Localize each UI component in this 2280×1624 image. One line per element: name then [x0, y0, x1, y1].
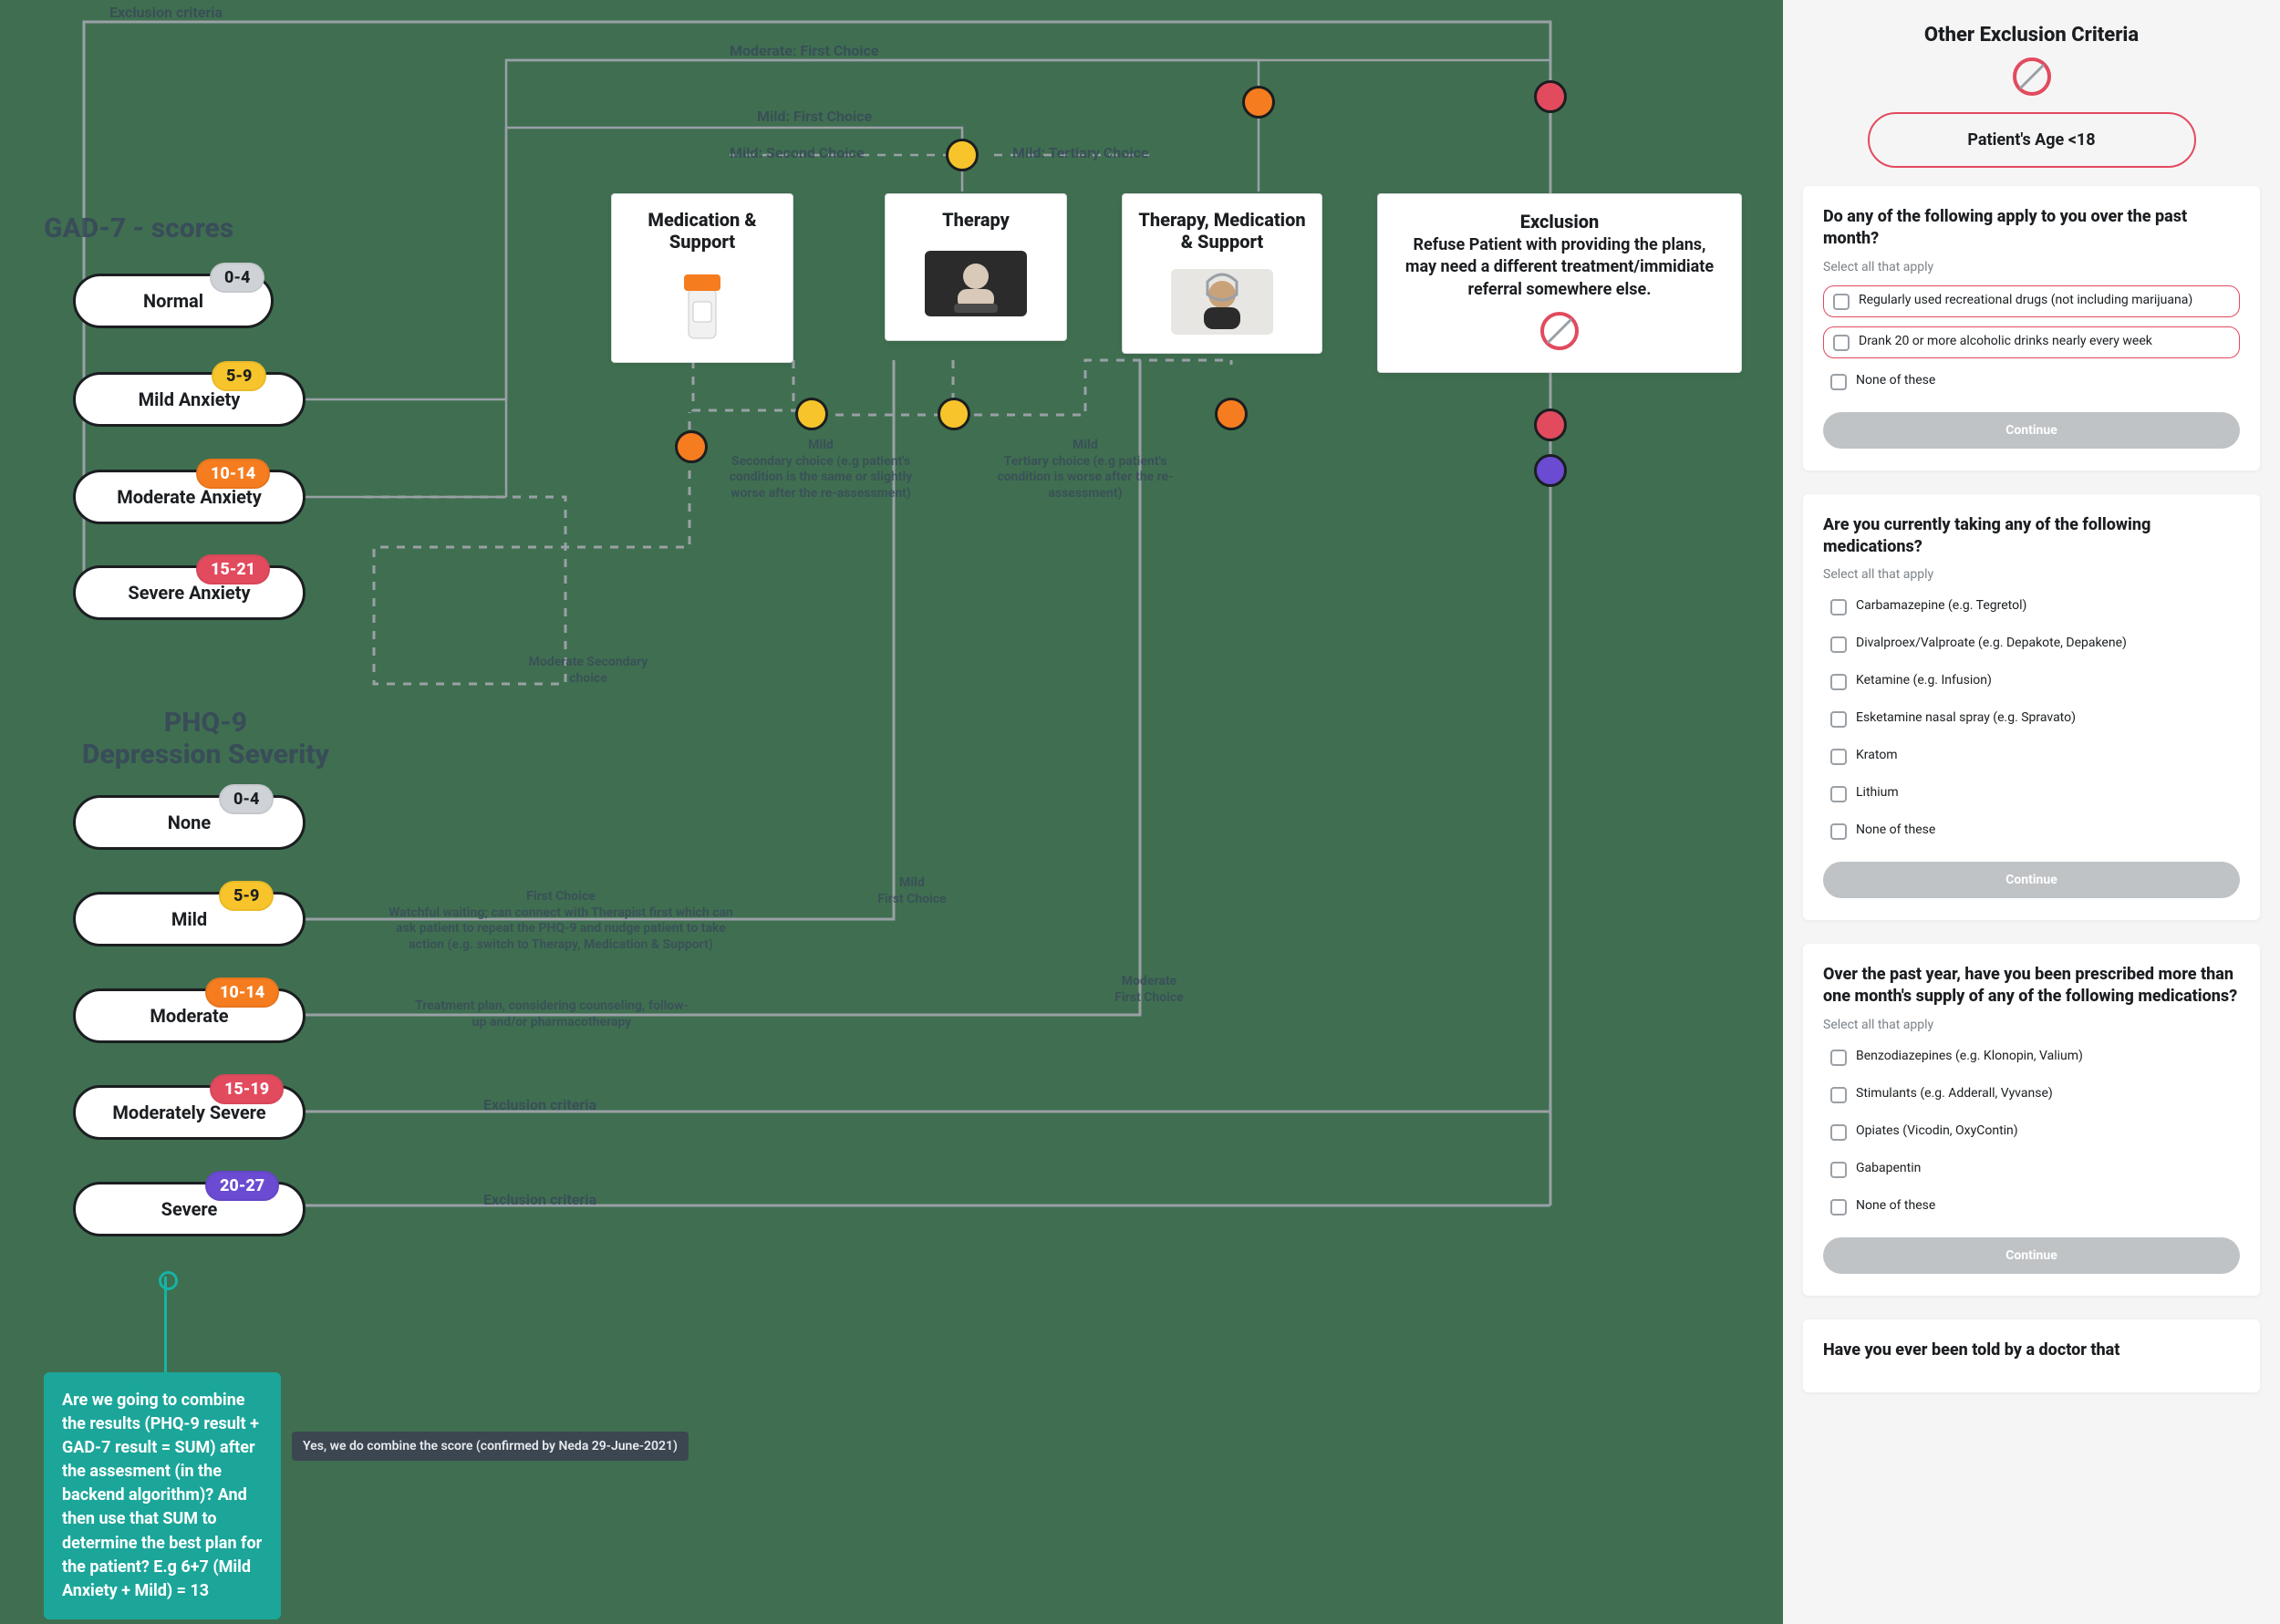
- no-entry-icon: [1539, 310, 1580, 352]
- dot-both-loop: [1215, 398, 1248, 430]
- checkbox-option[interactable]: Opiates (Vicodin, OxyContin): [1823, 1118, 2240, 1146]
- checkbox-option[interactable]: Carbamazepine (e.g. Tegretol): [1823, 593, 2240, 621]
- dot-exclusion-purple: [1534, 454, 1567, 487]
- checkbox-option[interactable]: Kratom: [1823, 742, 2240, 771]
- question-card-4: Have you ever been told by a doctor that: [1803, 1319, 2260, 1392]
- dot-exclusion-top: [1534, 80, 1567, 113]
- dot-mild-first: [946, 139, 979, 171]
- checkbox-option[interactable]: Drank 20 or more alcoholic drinks nearly…: [1823, 326, 2240, 358]
- gad7-node-moderate[interactable]: Moderate Anxiety: [73, 470, 306, 524]
- question-text: Have you ever been told by a doctor that: [1823, 1340, 2240, 1361]
- checkbox-option[interactable]: Gabapentin: [1823, 1155, 2240, 1184]
- no-entry-icon: [1803, 56, 2260, 98]
- edge-note-phq-mild-first: Mild First Choice: [857, 875, 967, 907]
- dot-therapy-left: [795, 398, 828, 430]
- checkbox-icon: [1830, 1162, 1847, 1178]
- edge-note-phq-mild-plan: First Choice Watchful waiting; can conne…: [378, 889, 743, 953]
- dot-therapy-right: [938, 398, 970, 430]
- question-text: Do any of the following apply to you ove…: [1823, 206, 2240, 251]
- checkbox-option[interactable]: Benzodiazepines (e.g. Klonopin, Valium): [1823, 1043, 2240, 1071]
- edge-note-mild-secondary: Mild Secondary choice (e.g patient's con…: [720, 438, 921, 502]
- continue-button[interactable]: Continue: [1823, 412, 2240, 449]
- gad7-badge-moderate: 10-14: [196, 459, 270, 489]
- checkbox-icon: [1833, 335, 1850, 351]
- card-medication[interactable]: Medication &Support: [611, 193, 793, 363]
- diagram-canvas: Exclusion criteria Moderate: First Choic…: [0, 0, 1783, 1624]
- edge-label-moderate-first: Moderate: First Choice: [730, 42, 879, 59]
- continue-button[interactable]: Continue: [1823, 862, 2240, 898]
- checkbox-option[interactable]: Regularly used recreational drugs (not i…: [1823, 285, 2240, 317]
- checkbox-icon: [1830, 1087, 1847, 1103]
- checkbox-icon: [1830, 636, 1847, 653]
- question-hint: Select all that apply: [1823, 567, 2240, 582]
- gad7-badge-mild: 5-9: [212, 361, 266, 391]
- edge-note-phq-moderate-plan: Treatment plan, considering counseling, …: [415, 998, 689, 1030]
- gad7-badge-normal: 0-4: [210, 263, 264, 293]
- edge-label-mild-second: Mild: Second Choice: [730, 144, 864, 161]
- checkbox-icon: [1830, 711, 1847, 728]
- checkbox-icon: [1833, 294, 1850, 310]
- pill-bottle-icon: [627, 265, 778, 347]
- patient-avatar-icon: [1137, 265, 1307, 338]
- checkbox-icon: [1830, 674, 1847, 690]
- question-hint: Select all that apply: [1823, 260, 2240, 274]
- continue-button[interactable]: Continue: [1823, 1237, 2240, 1274]
- checkbox-option[interactable]: Stimulants (e.g. Adderall, Vyvanse): [1823, 1081, 2240, 1109]
- form-title: Other Exclusion Criteria: [1803, 24, 2260, 47]
- phq9-badge-modsev: 15-19: [210, 1074, 284, 1104]
- question-text: Are you currently taking any of the foll…: [1823, 514, 2240, 559]
- checkbox-icon: [1830, 749, 1847, 765]
- edge-label-mild-tertiary: Mild: Tertiary Choice: [1012, 144, 1149, 161]
- question-card-3: Over the past year, have you been prescr…: [1803, 944, 2260, 1296]
- comment-reply[interactable]: Yes, we do combine the score (confirmed …: [292, 1432, 689, 1461]
- question-text: Over the past year, have you been prescr…: [1823, 964, 2240, 1009]
- card-exclusion[interactable]: Exclusion Refuse Patient with providing …: [1377, 193, 1742, 373]
- card-therapy[interactable]: Therapy: [885, 193, 1067, 341]
- checkbox-option[interactable]: Esketamine nasal spray (e.g. Spravato): [1823, 705, 2240, 733]
- checkbox-option[interactable]: Divalproex/Valproate (e.g. Depakote, Dep…: [1823, 630, 2240, 658]
- dot-exclusion-mid: [1534, 409, 1567, 441]
- comment-note[interactable]: Are we going to combine the results (PHQ…: [44, 1372, 281, 1619]
- checkbox-option[interactable]: None of these: [1823, 817, 2240, 845]
- checkbox-option[interactable]: None of these: [1823, 367, 2240, 396]
- question-hint: Select all that apply: [1823, 1018, 2240, 1032]
- edge-note-phq-moderate-first: Moderate First Choice: [1081, 974, 1218, 1006]
- phq9-badge-moderate: 10-14: [205, 978, 279, 1008]
- question-card-1: Do any of the following apply to you ove…: [1803, 186, 2260, 471]
- age-pill[interactable]: Patient's Age <18: [1868, 112, 2196, 168]
- phq9-title: PHQ-9 Depression Severity: [82, 707, 329, 771]
- checkbox-icon: [1830, 1199, 1847, 1215]
- gad7-title: GAD-7 - scores: [44, 212, 233, 244]
- gad7-badge-severe: 15-21: [196, 554, 270, 584]
- checkbox-icon: [1830, 1124, 1847, 1141]
- exclusion-form-panel: Other Exclusion Criteria Patient's Age <…: [1783, 0, 2280, 1624]
- edge-label-mild-first: Mild: First Choice: [757, 108, 872, 125]
- checkbox-option[interactable]: Ketamine (e.g. Infusion): [1823, 667, 2240, 696]
- edge-note-mild-tertiary: Mild Tertiary choice (e.g patient's cond…: [994, 438, 1176, 502]
- dot-moderate-top: [1242, 86, 1275, 119]
- edge-note-moderate-secondary: Moderate Secondary choice: [511, 655, 666, 687]
- gad7-node-severe[interactable]: Severe Anxiety: [73, 565, 306, 620]
- question-card-2: Are you currently taking any of the foll…: [1803, 494, 2260, 921]
- phq9-badge-severe: 20-27: [205, 1171, 279, 1201]
- edge-label-exclusion2: Exclusion criteria: [483, 1191, 596, 1208]
- card-therapy-medication[interactable]: Therapy, Medication& Support: [1122, 193, 1322, 354]
- checkbox-option[interactable]: Lithium: [1823, 780, 2240, 808]
- gad7-node-mild[interactable]: Mild Anxiety: [73, 372, 306, 427]
- checkbox-icon: [1830, 374, 1847, 390]
- phq9-badge-mild: 5-9: [219, 881, 274, 911]
- therapist-avatar-icon: [900, 243, 1052, 326]
- comment-pointer: [164, 1277, 167, 1373]
- checkbox-icon: [1830, 1050, 1847, 1066]
- dot-med-loop: [675, 430, 708, 463]
- checkbox-icon: [1830, 599, 1847, 615]
- checkbox-option[interactable]: None of these: [1823, 1193, 2240, 1221]
- checkbox-icon: [1830, 786, 1847, 802]
- edge-label-exclusion1: Exclusion criteria: [483, 1096, 596, 1113]
- checkbox-icon: [1830, 823, 1847, 840]
- edge-label-exclusion-top: Exclusion criteria: [109, 4, 223, 21]
- phq9-badge-none: 0-4: [219, 784, 274, 814]
